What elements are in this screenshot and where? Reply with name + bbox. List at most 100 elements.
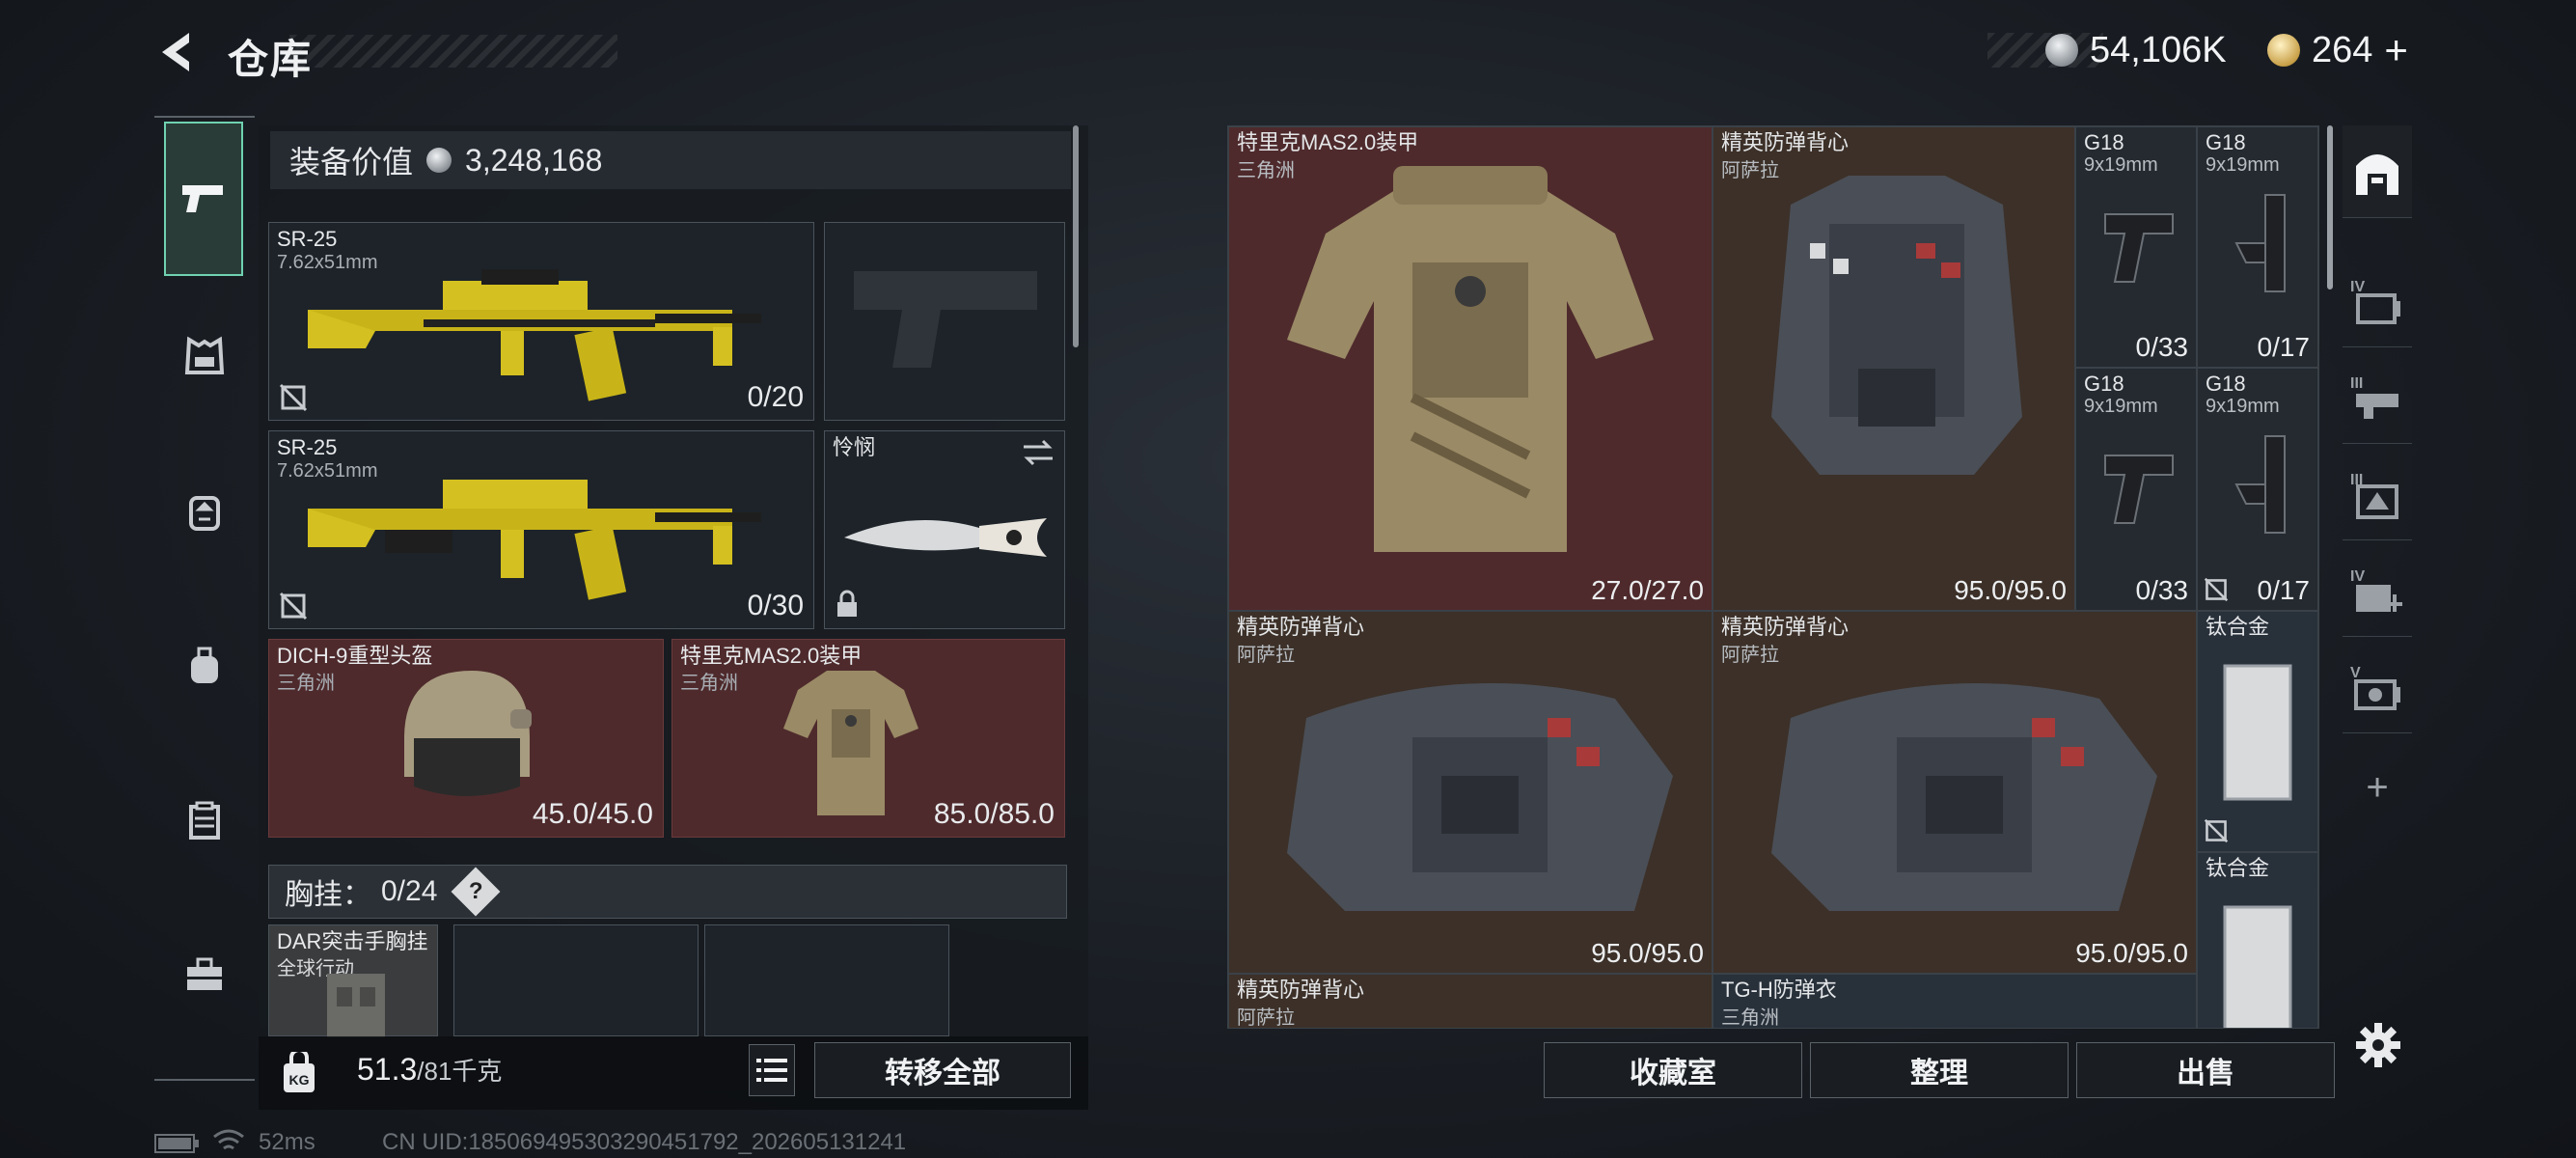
stash-tab-2[interactable]: III [2343, 351, 2412, 444]
battery-icon [154, 1134, 199, 1153]
svg-text:V: V [2350, 665, 2361, 681]
rail-case[interactable] [166, 774, 243, 867]
weight-icon: KG [284, 1052, 315, 1092]
stash-item-g18[interactable]: G18 9x19mm 0/33 [2075, 368, 2197, 611]
svg-text:IV: IV [2350, 568, 2365, 585]
elite-vest-image [1771, 683, 2157, 911]
currency-silver: 54,106K [2045, 23, 2227, 77]
stash-tab-icon: IV [2350, 279, 2400, 324]
loadout-scrollbar[interactable] [1073, 125, 1079, 347]
rail-backpack-a[interactable] [166, 465, 243, 558]
stash-tab-icon: III [2350, 375, 2398, 419]
no-insure-icon [2204, 577, 2229, 602]
svg-text:III: III [2350, 375, 2363, 392]
settings-gear-icon[interactable] [2354, 1021, 2402, 1069]
sr25-gold-rifle-image [308, 269, 761, 401]
list-view-button[interactable] [749, 1044, 795, 1096]
rail-toolbox[interactable] [166, 928, 243, 1021]
chest-rig-empty-slot[interactable] [704, 924, 949, 1036]
stash-item-g18[interactable]: G18 9x19mm 0/17 [2197, 368, 2318, 611]
chest-rig-item[interactable]: DAR突击手胸挂 全球行动 [268, 924, 438, 1037]
stash-tab-all[interactable] [2343, 125, 2412, 218]
swap-icon[interactable] [1022, 439, 1055, 466]
lock-icon [837, 590, 857, 617]
stash-item-g18[interactable]: G18 9x19mm 0/17 [2197, 126, 2318, 368]
stash-item-tg-h-armor[interactable]: TG-H防弹衣 三角洲 [1713, 974, 2197, 1028]
stash-tab-icon: V [2350, 665, 2400, 710]
back-arrow-icon[interactable] [154, 29, 201, 75]
category-rail [154, 116, 255, 1081]
stash-item-elite-vest[interactable]: 精英防弹背心 阿萨拉 95.0/95.0 [1228, 611, 1713, 974]
armor-vest-image [783, 671, 918, 815]
stash-tab-5[interactable]: V [2343, 641, 2412, 733]
stash-item-titanium[interactable]: 钛合金 [2197, 611, 2318, 852]
elite-vest-image [1771, 176, 2022, 475]
stash-tab-icon: IV [2350, 568, 2402, 612]
sr25-gold-rifle-image [308, 480, 761, 600]
sell-button[interactable]: 出售 [2076, 1042, 2335, 1098]
stash-item-armor[interactable]: 特里克MAS2.0装甲 三角洲 27.0/27.0 [1228, 126, 1713, 611]
pistol-image [2104, 455, 2174, 524]
titanium-plate-image [2223, 905, 2292, 1028]
stash-grid: 特里克MAS2.0装甲 三角洲 27.0/27.0 精英防弹背心 阿萨拉 95.… [1227, 125, 2319, 1029]
pistol-image [2234, 194, 2286, 292]
svg-text:IV: IV [2350, 279, 2365, 295]
armor-vest-image [1287, 166, 1654, 552]
no-insure-icon [2204, 818, 2229, 843]
svg-text:KG: KG [289, 1072, 310, 1088]
pistol-slot-empty[interactable] [824, 222, 1065, 421]
ping-text: 52ms [259, 1129, 315, 1155]
backpack-icon [189, 496, 220, 531]
title-decoration [289, 35, 617, 68]
rail-weapons[interactable] [164, 122, 243, 276]
warehouse-icon [2356, 153, 2398, 195]
armor-icon [184, 336, 225, 374]
elite-vest-image [1287, 683, 1673, 911]
stash-tab-icon: III [2350, 472, 2398, 519]
pistol-image [2104, 213, 2174, 283]
rail-armor[interactable] [166, 311, 243, 403]
titanium-plate-image [2223, 664, 2292, 801]
case-icon [189, 801, 220, 840]
wifi-icon [213, 1129, 244, 1150]
add-currency-button[interactable]: + [2384, 27, 2408, 73]
bag-icon [191, 647, 218, 683]
stash-item-g18[interactable]: G18 9x19mm 0/33 [2075, 126, 2197, 368]
stash-tab-3[interactable]: III [2343, 448, 2412, 540]
armor-slot[interactable]: 特里克MAS2.0装甲 三角洲 85.0/85.0 [671, 639, 1065, 838]
helmet-slot[interactable]: DICH-9重型头盔 三角洲 45.0/45.0 [268, 639, 664, 838]
pistol-icon [182, 185, 223, 212]
stash-tab-1[interactable]: IV [2343, 255, 2412, 347]
list-icon [756, 1059, 787, 1082]
chest-rig-header: 胸挂： 0/24 ? [268, 865, 1067, 919]
gold-coin-icon [2267, 34, 2300, 67]
helmet-image [404, 671, 532, 796]
toolbox-icon [187, 957, 222, 990]
collection-room-button[interactable]: 收藏室 [1544, 1042, 1802, 1098]
melee-slot[interactable]: 怜悯 [824, 430, 1065, 629]
rail-backpack-b[interactable] [166, 620, 243, 712]
chest-rig-empty-slot[interactable] [453, 924, 699, 1036]
knife-image [844, 518, 1047, 557]
stash-item-titanium[interactable]: 钛合金 [2197, 852, 2318, 1028]
stash-scrollbar[interactable] [2327, 125, 2333, 290]
uid-text: CN UID:185069495303290451792_20260513124… [382, 1129, 907, 1155]
carry-weight: 51.3/81千克 [357, 1052, 503, 1087]
primary-weapon-slot[interactable]: SR-25 7.62x51mm 0/20 [268, 222, 814, 421]
stash-item-elite-vest[interactable]: 精英防弹背心 阿萨拉 95.0/95.0 [1713, 126, 2075, 611]
secondary-weapon-slot[interactable]: SR-25 7.62x51mm 0/30 [268, 430, 814, 629]
add-stash-tab-button[interactable]: + [2343, 741, 2412, 834]
transfer-all-button[interactable]: 转移全部 [814, 1042, 1071, 1098]
page-title: 仓库 [228, 37, 314, 82]
sort-button[interactable]: 整理 [1810, 1042, 2069, 1098]
no-insure-icon [279, 383, 308, 412]
help-icon[interactable]: ? [451, 867, 501, 917]
pistol-image [2234, 435, 2286, 534]
stash-item-elite-vest[interactable]: 精英防弹背心 阿萨拉 [1228, 974, 1713, 1028]
silver-coin-icon [2045, 34, 2078, 67]
stash-tab-4[interactable]: IV [2343, 544, 2412, 637]
equipment-value: 装备价值 3,248,168 [270, 131, 1071, 189]
silver-coin-icon [426, 148, 452, 173]
currency-gold[interactable]: 264 + [2267, 23, 2408, 77]
stash-item-elite-vest[interactable]: 精英防弹背心 阿萨拉 95.0/95.0 [1713, 611, 2197, 974]
